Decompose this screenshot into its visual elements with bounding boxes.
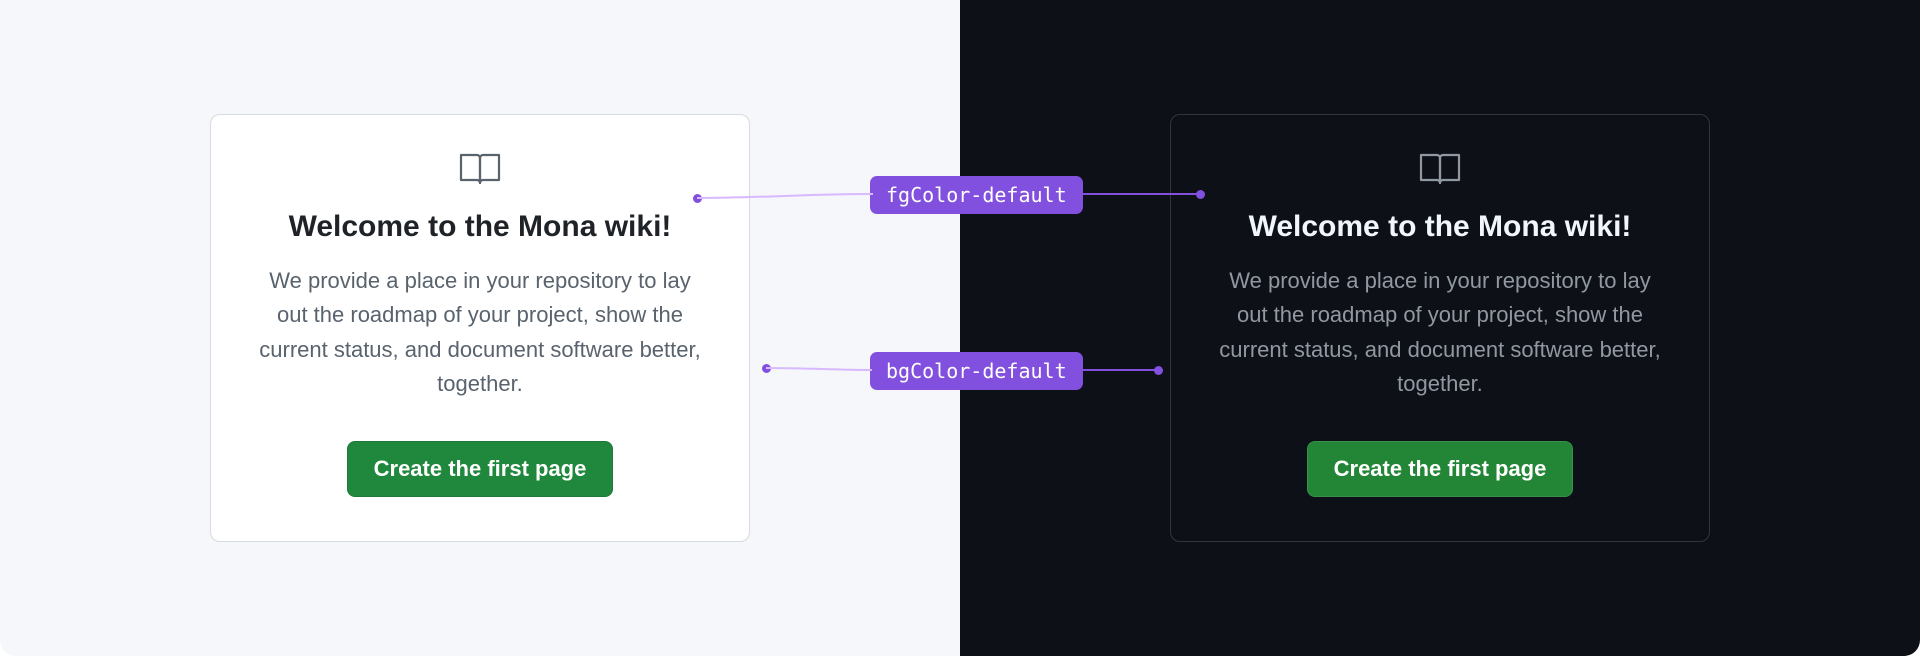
book-icon — [1417, 151, 1463, 187]
book-icon — [457, 151, 503, 187]
create-first-page-button[interactable]: Create the first page — [1307, 441, 1574, 497]
light-theme-panel: Welcome to the Mona wiki! We provide a p… — [0, 0, 960, 656]
wiki-blankslate-card: Welcome to the Mona wiki! We provide a p… — [1170, 114, 1710, 541]
dark-theme-panel: Welcome to the Mona wiki! We provide a p… — [960, 0, 1920, 656]
card-description: We provide a place in your repository to… — [1211, 264, 1669, 400]
wiki-blankslate-card: Welcome to the Mona wiki! We provide a p… — [210, 114, 750, 541]
card-title: Welcome to the Mona wiki! — [1249, 207, 1632, 246]
card-title: Welcome to the Mona wiki! — [289, 207, 672, 246]
card-description: We provide a place in your repository to… — [251, 264, 709, 400]
create-first-page-button[interactable]: Create the first page — [347, 441, 614, 497]
